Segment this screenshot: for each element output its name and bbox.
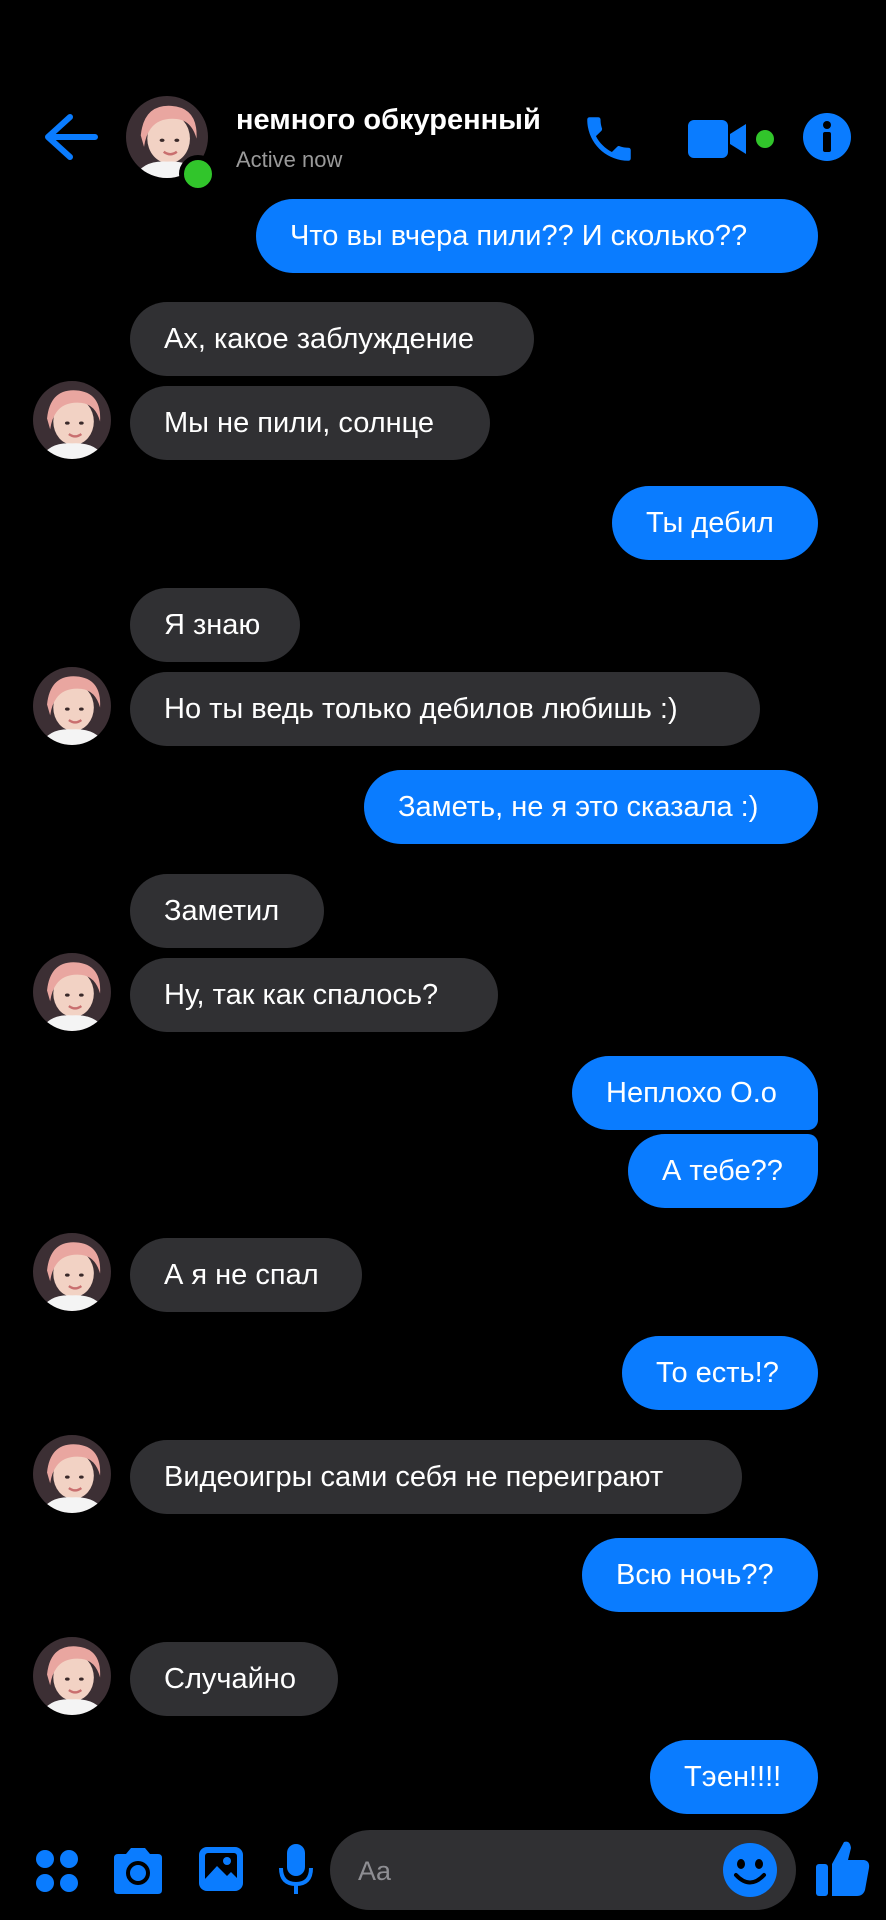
info-icon[interactable] xyxy=(802,112,852,162)
sender-avatar xyxy=(33,1435,111,1513)
microphone-icon[interactable] xyxy=(276,1842,316,1898)
sender-avatar xyxy=(33,953,111,1031)
sender-avatar xyxy=(33,667,111,745)
message-incoming[interactable]: А я не спал xyxy=(130,1238,362,1312)
message-incoming[interactable]: Заметил xyxy=(130,874,324,948)
message-incoming[interactable]: Ну, так как спалось? xyxy=(130,958,498,1032)
emoji-icon[interactable] xyxy=(722,1842,778,1898)
message-outgoing[interactable]: То есть!? xyxy=(622,1336,818,1410)
message-outgoing[interactable]: Ты дебил xyxy=(612,486,818,560)
message-composer[interactable] xyxy=(330,1830,796,1912)
apps-grid-icon[interactable] xyxy=(34,1848,80,1894)
online-status-dot xyxy=(179,155,217,193)
video-active-dot xyxy=(756,130,774,148)
message-incoming[interactable]: Случайно xyxy=(130,1642,338,1716)
message-outgoing[interactable]: Заметь, не я это сказала :) xyxy=(364,770,818,844)
video-camera-icon[interactable] xyxy=(688,118,748,160)
back-arrow-icon[interactable] xyxy=(40,112,100,162)
contact-status: Active now xyxy=(236,147,343,172)
message-incoming[interactable]: Но ты ведь только дебилов любишь :) xyxy=(130,672,760,746)
sender-avatar xyxy=(33,1637,111,1715)
chat-header: немного обкуренный Active now xyxy=(0,0,886,215)
message-input[interactable] xyxy=(356,1830,690,1912)
image-icon[interactable] xyxy=(196,1844,246,1894)
message-outgoing[interactable]: Тэен!!!! xyxy=(650,1740,818,1814)
message-outgoing[interactable]: Неплохо О.о xyxy=(572,1056,818,1130)
message-outgoing[interactable]: Всю ночь?? xyxy=(582,1538,818,1612)
message-incoming[interactable]: Мы не пили, солнце xyxy=(130,386,490,460)
message-incoming[interactable]: Я знаю xyxy=(130,588,300,662)
message-incoming[interactable]: Ах, какое заблуждение xyxy=(130,302,534,376)
message-outgoing[interactable]: А тебе?? xyxy=(628,1134,818,1208)
message-outgoing[interactable]: Что вы вчера пили?? И сколько?? xyxy=(256,199,818,273)
camera-icon[interactable] xyxy=(110,1846,166,1896)
message-incoming[interactable]: Видеоигры сами себя не переиграют xyxy=(130,1440,742,1514)
thumbs-up-icon[interactable] xyxy=(814,1838,872,1900)
sender-avatar xyxy=(33,381,111,459)
sender-avatar xyxy=(33,1233,111,1311)
phone-icon[interactable] xyxy=(580,110,638,168)
contact-name[interactable]: немного обкуренный xyxy=(236,104,541,137)
